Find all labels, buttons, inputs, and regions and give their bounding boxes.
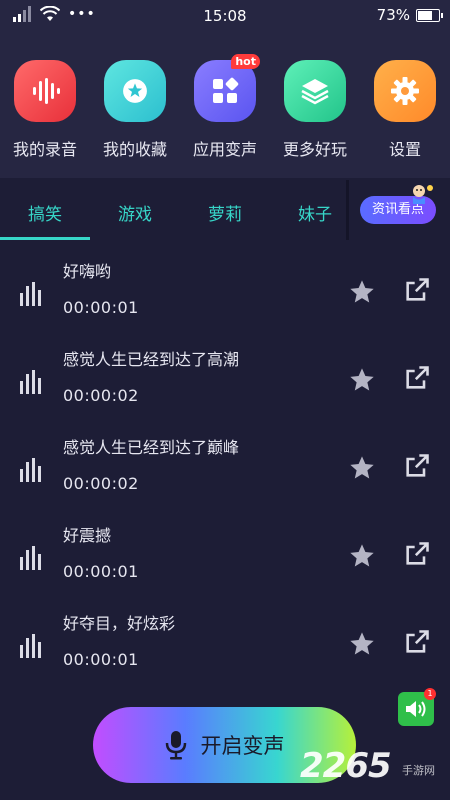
tab-loli[interactable]: 萝莉 [208,200,242,225]
record-button-label: 开启变声 [200,734,285,758]
tab-games[interactable]: 游戏 [118,200,152,225]
tab-funny[interactable]: 搞笑 [28,200,62,225]
mascot-icon [413,185,433,204]
audio-bars-icon [20,370,41,394]
audio-bars-icon [20,546,41,570]
list-item[interactable]: 好嗨哟 00:00:01 [0,250,450,338]
notification-badge: 1 [424,688,436,700]
menu-label: 我的录音 [12,140,77,159]
favorite-star-icon[interactable] [348,454,376,482]
list-item[interactable]: 好震撼 00:00:01 [0,514,450,602]
share-icon[interactable] [403,276,431,304]
microphone-icon [165,731,186,760]
favorite-star-icon[interactable] [348,278,376,306]
watermark-subtext: 手游网 [402,764,435,777]
tab-divider [346,180,349,240]
share-icon[interactable] [403,452,431,480]
favorite-star-icon[interactable] [348,630,376,658]
sound-title: 好震撼 [63,526,112,545]
list-item[interactable]: 感觉人生已经到达了高潮 00:00:02 [0,338,450,426]
share-icon[interactable] [403,628,431,656]
audio-bars-icon [20,458,41,482]
status-bar: ••• 15:08 73% [0,0,450,32]
sound-title: 感觉人生已经到达了巅峰 [63,438,240,457]
favorite-star-icon[interactable] [348,366,376,394]
menu-icon-bg [104,60,166,122]
menu-label: 应用变声 [192,140,257,159]
sound-title: 感觉人生已经到达了高潮 [63,350,240,369]
sound-title: 好嗨哟 [63,262,112,281]
sound-duration: 00:00:02 [63,386,139,405]
sound-duration: 00:00:02 [63,474,139,493]
sound-duration: 00:00:01 [63,298,139,317]
gear-icon [391,77,419,105]
battery-fill [418,10,432,20]
tab-girl[interactable]: 妹子 [298,200,332,225]
sound-title: 好夺目，好炫彩 [63,614,176,633]
feature-menu: 我的录音 我的收藏 hot 应用变声 更多好玩 设置 [0,32,450,178]
tab-active-indicator [0,237,90,240]
menu-my-recordings[interactable]: 我的录音 [5,60,85,160]
menu-label: 更多好玩 [282,140,347,159]
menu-more-fun[interactable]: 更多好玩 [275,60,355,160]
list-item[interactable]: 感觉人生已经到达了巅峰 00:00:02 [0,426,450,514]
menu-label: 设置 [388,140,421,159]
audio-bars-icon [20,282,41,306]
watermark-logo: 2265 [300,746,392,786]
menu-icon-bg [374,60,436,122]
share-icon[interactable] [403,364,431,392]
menu-app-voice-change[interactable]: hot 应用变声 [185,54,265,160]
layers-icon [301,79,329,105]
menu-icon-bg [14,60,76,122]
share-icon[interactable] [403,540,431,568]
speaker-icon [406,701,426,717]
battery-percent: 73% [376,6,410,24]
hot-badge: hot [231,54,260,69]
menu-label: 我的收藏 [102,140,167,159]
apps-icon [213,77,239,103]
menu-icon-bg [284,60,346,122]
waveform-icon [33,78,60,104]
star-icon [123,79,147,103]
sound-duration: 00:00:01 [63,650,139,669]
status-icons-right: 73% [376,6,443,24]
menu-icon-bg: hot [194,54,260,122]
menu-my-favorites[interactable]: 我的收藏 [95,60,175,160]
list-item[interactable]: 好夺目，好炫彩 00:00:01 [0,602,450,690]
favorite-star-icon[interactable] [348,542,376,570]
battery-icon [416,8,443,22]
sound-duration: 00:00:01 [63,562,139,581]
menu-settings[interactable]: 设置 [365,60,445,160]
audio-bars-icon [20,634,41,658]
